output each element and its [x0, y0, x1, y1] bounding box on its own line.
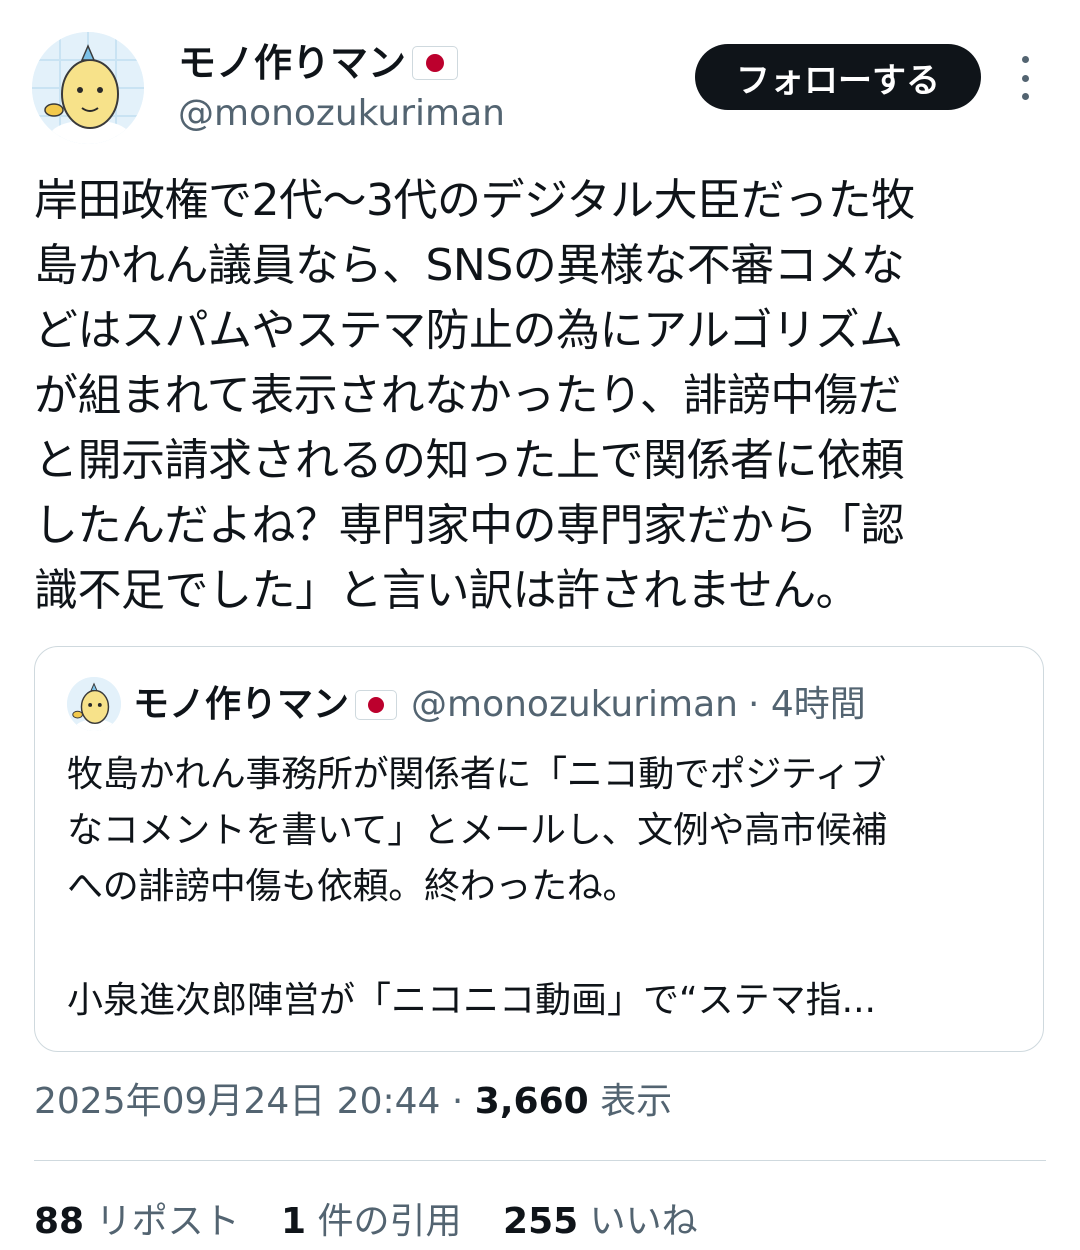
- more-options-icon[interactable]: [1010, 56, 1040, 100]
- view-count-label: 表示: [600, 1081, 673, 1122]
- reposts-count: 88: [34, 1201, 85, 1242]
- tweet-text: 岸田政権で2代〜3代のデジタル大臣だった牧 島かれん議員なら、SNSの異様な不審…: [34, 175, 915, 616]
- author-name[interactable]: モノ作りマン: [178, 40, 459, 86]
- quoted-tweet-card[interactable]: モノ作りマン @monozukuriman · 4時間 牧島かれん事務所が関係者…: [34, 646, 1044, 1052]
- quoted-tweet-time: · 4時間: [747, 684, 866, 725]
- quoted-tweet-header: モノ作りマン @monozukuriman · 4時間: [133, 681, 866, 729]
- likes-label: いいね: [589, 1201, 698, 1242]
- quoted-author-handle: @monozukuriman: [411, 684, 738, 725]
- author-handle[interactable]: @monozukuriman: [178, 92, 505, 136]
- view-count: 3,660: [474, 1081, 589, 1122]
- quoted-tweet-text-continued: 小泉進次郎陣営が「ニコニコ動画」で“ステマ指...: [67, 980, 876, 1021]
- quoted-tweet-text: 牧島かれん事務所が関係者に「ニコ動でポジティブ なコメントを書いて」とメールし、…: [67, 754, 888, 907]
- quotes-count: 1: [281, 1201, 307, 1242]
- japan-flag-icon: [412, 46, 459, 80]
- reposts-label: リポスト: [95, 1201, 240, 1242]
- follow-button[interactable]: フォローする: [695, 44, 981, 110]
- japan-flag-icon: [355, 690, 398, 720]
- quoted-author-avatar: [67, 677, 121, 731]
- meta-separator: ·: [451, 1081, 464, 1122]
- reposts-stat[interactable]: 88 リポスト: [34, 1201, 240, 1242]
- engagement-stats: 88 リポスト 1 件の引用 255 いいね: [34, 1198, 728, 1246]
- likes-count: 255: [503, 1201, 579, 1242]
- author-display-name: モノ作りマン: [178, 41, 407, 85]
- avatar-illustration-icon: [67, 677, 121, 731]
- divider: [34, 1160, 1046, 1161]
- tweet-timestamp[interactable]: 2025年09月24日 20:44: [34, 1081, 440, 1122]
- likes-stat[interactable]: 255 いいね: [503, 1201, 698, 1242]
- author-avatar[interactable]: [32, 32, 144, 144]
- tweet-meta: 2025年09月24日 20:44 · 3,660 表示: [34, 1078, 672, 1126]
- quotes-stat[interactable]: 1 件の引用: [281, 1201, 462, 1242]
- quoted-author-name: モノ作りマン: [133, 684, 350, 725]
- quotes-label: 件の引用: [317, 1201, 462, 1242]
- avatar-illustration-icon: [32, 32, 144, 144]
